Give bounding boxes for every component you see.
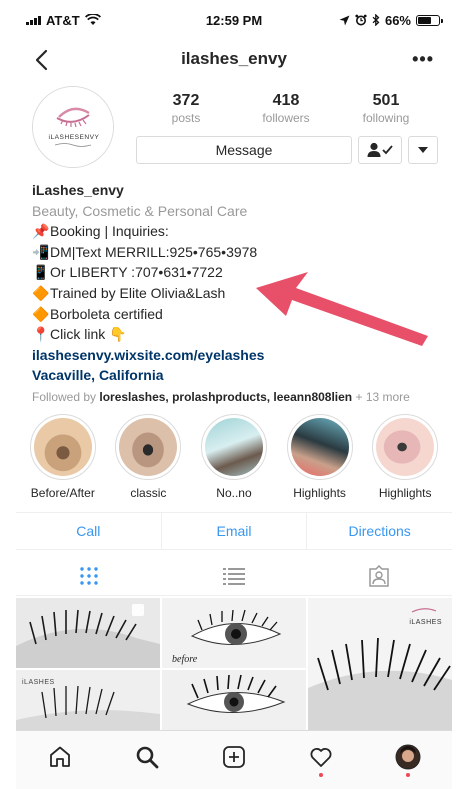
heart-icon (310, 748, 332, 767)
add-post-icon (223, 746, 245, 768)
followers-label: followers (262, 111, 310, 125)
grid-post[interactable]: before (162, 598, 306, 668)
alarm-icon (355, 14, 367, 26)
profile-avatar[interactable]: iLASHESENVY (32, 86, 114, 168)
profile-username-title: ilashes_envy (181, 49, 287, 68)
battery-icon (416, 14, 443, 26)
svg-text:before: before (172, 654, 198, 665)
following-label: following (362, 111, 410, 125)
highlight-label: Highlights (293, 486, 346, 500)
phone-icon: 📱 (32, 264, 50, 281)
svg-text:iLASHESENVY: iLASHESENVY (49, 134, 100, 141)
pointing-down-icon: 👇 (109, 326, 127, 343)
bio-line: 📌Booking | Inquiries: (32, 221, 442, 242)
highlight-classic[interactable]: classic (108, 414, 188, 506)
message-button[interactable]: Message (136, 136, 352, 164)
highlight-thumb (376, 418, 435, 476)
bio-line: 🔶Borboleta certified (32, 304, 442, 325)
stat-following[interactable]: 501 following (336, 92, 436, 125)
tab-list[interactable] (161, 556, 306, 595)
grid-icon (79, 566, 98, 585)
instagram-profile-screen: AT&T 12:59 PM 66% ilashes_envy ••• iLASH… (16, 0, 452, 789)
story-highlights: Before/After classic No..no Highlights H… (16, 414, 452, 506)
followers-count: 418 (272, 92, 300, 109)
highlight-thumb (33, 418, 92, 476)
profile-view-tabs (16, 556, 452, 596)
following-status-button[interactable] (358, 136, 402, 164)
avatar-logo: iLASHESENVY (33, 87, 113, 167)
tab-profile[interactable] (388, 737, 428, 777)
posts-label: posts (171, 111, 201, 125)
person-check-icon (367, 142, 393, 157)
bio-location-link[interactable]: Vacaville, California (32, 365, 442, 386)
highlight-before-after[interactable]: Before/After (23, 414, 103, 506)
highlight-highlights-2[interactable]: Highlights (365, 414, 445, 506)
orange-diamond-icon: 🔶 (32, 284, 50, 301)
post-image (16, 598, 160, 668)
following-count: 501 (372, 92, 400, 109)
status-bar: AT&T 12:59 PM 66% (16, 0, 452, 40)
grid-post[interactable] (16, 598, 160, 668)
highlight-thumb (119, 418, 178, 476)
pin-icon: 📍 (32, 326, 50, 343)
bio-website-link[interactable]: ilashesenvy.wixsite.com/eyelashes (32, 345, 442, 366)
tab-new-post[interactable] (214, 737, 254, 777)
suggested-dropdown-button[interactable] (408, 136, 438, 164)
nav-bar: ilashes_envy ••• (16, 40, 452, 80)
posts-count: 372 (172, 92, 200, 109)
highlight-label: Highlights (378, 486, 432, 500)
bio-line: 🔶Trained by Elite Olivia&Lash (32, 283, 442, 304)
email-button[interactable]: Email (162, 513, 308, 549)
highlight-no-no[interactable]: No..no (194, 414, 274, 506)
search-icon (136, 746, 159, 769)
tab-home[interactable] (40, 737, 80, 777)
stat-followers[interactable]: 418 followers (236, 92, 336, 125)
list-icon (222, 567, 245, 585)
bio-category: Beauty, Cosmetic & Personal Care (32, 202, 248, 219)
grid-post[interactable]: iLASHES (308, 598, 452, 740)
bio-line: 📍Click link 👇 (32, 324, 442, 345)
svg-text:iLASHES: iLASHES (22, 679, 55, 686)
post-image: before (162, 598, 306, 668)
highlight-label: No..no (216, 486, 252, 500)
location-arrow-icon (339, 15, 350, 25)
home-icon (49, 746, 70, 767)
contact-actions: Call Email Directions (16, 512, 452, 550)
bluetooth-icon (372, 14, 380, 26)
post-image: iLASHES (308, 598, 452, 740)
bio-name: iLashes_envy (32, 182, 124, 198)
bio-line: 📱Or LIBERTY :707•631•7722 (32, 262, 442, 283)
followed-by[interactable]: Followed by loreslashes, prolashproducts… (32, 388, 442, 406)
highlight-label: classic (130, 486, 167, 500)
bottom-tab-bar (16, 730, 452, 789)
highlight-thumb (290, 418, 349, 476)
svg-text:iLASHES: iLASHES (409, 619, 442, 626)
caret-down-icon (418, 147, 428, 153)
tab-activity[interactable] (301, 737, 341, 777)
directions-button[interactable]: Directions (307, 513, 452, 549)
pushpin-icon: 📌 (32, 223, 50, 240)
call-button[interactable]: Call (16, 513, 162, 549)
tab-grid[interactable] (16, 556, 161, 595)
stat-posts[interactable]: 372 posts (136, 92, 236, 125)
tab-tagged[interactable] (307, 556, 452, 595)
photo-grid: before iLASHES iLASHES (16, 598, 452, 740)
phone-arrow-icon: 📲 (32, 243, 50, 260)
profile-stats: 372 posts 418 followers 501 following (136, 92, 436, 125)
profile-bio: iLashes_envy Beauty, Cosmetic & Personal… (32, 180, 442, 406)
activity-notification-dot (319, 773, 324, 777)
tab-search[interactable] (127, 737, 167, 777)
bio-line: 📲DM|Text MERRILL:925•765•3978 (32, 242, 442, 263)
highlight-label: Before/After (30, 486, 95, 500)
status-right: 66% (339, 12, 443, 28)
tagged-person-icon (369, 564, 390, 587)
more-options-icon[interactable]: ••• (412, 49, 434, 70)
battery-percent: 66% (384, 12, 411, 28)
highlight-thumb (204, 418, 263, 476)
profile-avatar-icon (395, 744, 421, 770)
profile-notification-dot (406, 773, 411, 777)
highlight-highlights-1[interactable]: Highlights (280, 414, 360, 506)
orange-diamond-icon: 🔶 (32, 305, 50, 322)
